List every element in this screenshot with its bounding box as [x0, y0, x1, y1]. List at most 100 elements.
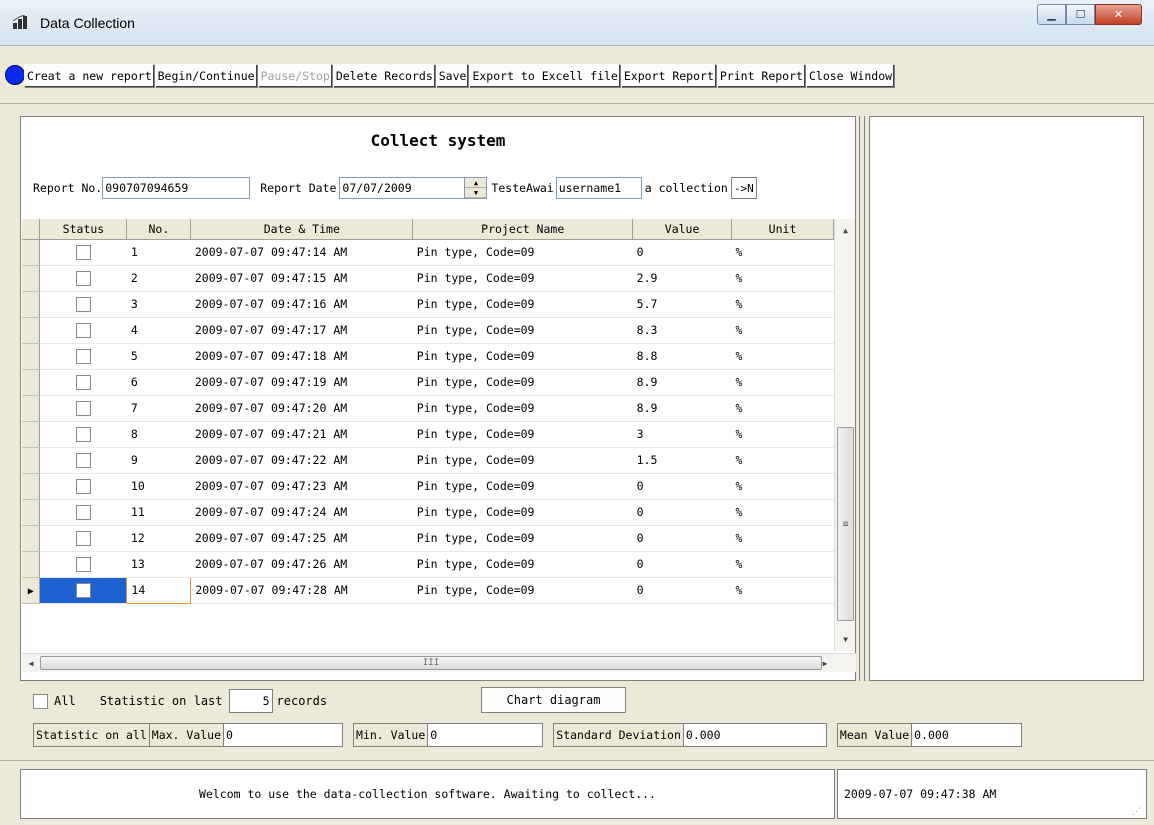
project-cell[interactable]: Pin type, Code=09 — [412, 577, 633, 604]
close-window-button[interactable]: Close Window — [805, 64, 896, 88]
status-cell[interactable] — [39, 265, 127, 292]
table-row[interactable]: 10 2009-07-07 09:47:23 AM Pin type, Code=0… — [22, 473, 834, 500]
col-no[interactable]: No. — [126, 219, 192, 240]
scroll-up-icon[interactable]: ▲ — [835, 222, 856, 239]
status-cell[interactable] — [39, 239, 127, 266]
unit-cell[interactable]: % — [731, 421, 834, 448]
unit-cell[interactable]: % — [731, 343, 834, 370]
statistic-on-all-button[interactable]: Statistic on all — [33, 723, 150, 747]
col-project[interactable]: Project Name — [412, 219, 634, 240]
row-header[interactable] — [22, 291, 41, 318]
status-checkbox[interactable] — [76, 296, 92, 312]
value-cell[interactable]: 0 — [632, 525, 732, 552]
project-cell[interactable]: Pin type, Code=09 — [412, 525, 633, 552]
table-row[interactable]: 5 2009-07-07 09:47:18 AM Pin type, Code=09… — [22, 343, 834, 370]
project-cell[interactable]: Pin type, Code=09 — [412, 447, 633, 474]
table-row[interactable]: 13 2009-07-07 09:47:26 AM Pin type, Code=0… — [22, 551, 834, 578]
table-row[interactable]: 11 2009-07-07 09:47:24 AM Pin type, Code=0… — [22, 499, 834, 526]
datetime-cell[interactable]: 2009-07-07 09:47:21 AM — [190, 421, 413, 448]
value-cell[interactable]: 0 — [632, 239, 732, 266]
table-row[interactable]: 4 2009-07-07 09:47:17 AM Pin type, Code=09… — [22, 317, 834, 344]
export-report-button[interactable]: Export Report — [620, 64, 717, 88]
minimize-button[interactable]: ▁ — [1037, 4, 1066, 25]
no-cell[interactable]: 1 — [126, 239, 191, 266]
unit-cell[interactable]: % — [731, 447, 834, 474]
col-value[interactable]: Value — [632, 219, 733, 240]
table-row[interactable]: 9 2009-07-07 09:47:22 AM Pin type, Code=09… — [22, 447, 834, 474]
status-checkbox[interactable] — [76, 504, 92, 520]
value-cell[interactable]: 3 — [632, 421, 732, 448]
row-header[interactable] — [22, 317, 41, 344]
table-row[interactable]: 12 2009-07-07 09:47:25 AM Pin type, Code=0… — [22, 525, 834, 552]
row-header[interactable] — [22, 369, 41, 396]
last-count-input[interactable]: 5 — [228, 689, 273, 713]
tester-input[interactable]: username1 — [555, 177, 642, 199]
row-header[interactable] — [22, 421, 41, 448]
datetime-cell[interactable]: 2009-07-07 09:47:20 AM — [190, 395, 413, 422]
no-cell[interactable]: 4 — [126, 317, 191, 344]
project-cell[interactable]: Pin type, Code=09 — [412, 499, 633, 526]
chart-diagram-button[interactable]: Chart diagram — [481, 687, 626, 713]
datetime-cell[interactable]: 2009-07-07 09:47:15 AM — [190, 265, 413, 292]
panel-splitter[interactable] — [859, 116, 865, 681]
unit-cell[interactable]: % — [731, 239, 834, 266]
no-cell[interactable]: 12 — [126, 525, 191, 552]
no-cell[interactable]: 7 — [126, 395, 191, 422]
value-cell[interactable]: 8.8 — [632, 343, 732, 370]
all-checkbox[interactable] — [33, 693, 48, 709]
save-button[interactable]: Save — [435, 64, 470, 88]
horizontal-scroll-thumb[interactable]: III — [40, 656, 822, 670]
unit-cell[interactable]: % — [731, 317, 834, 344]
value-cell[interactable]: 8.9 — [632, 395, 732, 422]
table-row[interactable]: 6 2009-07-07 09:47:19 AM Pin type, Code=09… — [22, 369, 834, 396]
status-checkbox[interactable] — [76, 348, 92, 364]
table-row[interactable]: 7 2009-07-07 09:47:20 AM Pin type, Code=09… — [22, 395, 834, 422]
project-cell[interactable]: Pin type, Code=09 — [412, 343, 633, 370]
table-row[interactable]: ▶ 14 2009-07-07 09:47:28 AM Pin type, Code=… — [22, 576, 834, 604]
delete-records-button[interactable]: Delete Records — [332, 64, 436, 88]
value-cell[interactable]: 0 — [632, 473, 732, 500]
datetime-cell[interactable]: 2009-07-07 09:47:28 AM — [190, 577, 413, 604]
status-cell[interactable] — [39, 317, 127, 344]
scroll-right-icon[interactable]: ▶ — [816, 654, 834, 672]
datetime-cell[interactable]: 2009-07-07 09:47:22 AM — [190, 447, 413, 474]
status-cell[interactable] — [39, 499, 127, 526]
status-cell[interactable] — [39, 525, 127, 552]
vertical-scroll-thumb[interactable]: ≡ — [837, 427, 854, 621]
unit-cell[interactable]: % — [731, 291, 834, 318]
datetime-cell[interactable]: 2009-07-07 09:47:25 AM — [190, 525, 413, 552]
no-cell[interactable]: 14 — [126, 576, 192, 604]
unit-cell[interactable]: % — [731, 395, 834, 422]
unit-cell[interactable]: % — [731, 551, 834, 578]
unit-cell[interactable]: % — [731, 369, 834, 396]
status-cell[interactable] — [39, 369, 127, 396]
print-report-button[interactable]: Print Report — [716, 64, 806, 88]
status-cell[interactable] — [39, 395, 127, 422]
status-cell[interactable] — [39, 577, 127, 604]
col-status[interactable]: Status — [39, 219, 128, 240]
status-checkbox[interactable] — [76, 400, 92, 416]
row-header[interactable] — [22, 499, 41, 526]
unit-cell[interactable]: % — [731, 577, 834, 604]
no-cell[interactable]: 5 — [126, 343, 191, 370]
row-header[interactable]: ▶ — [22, 577, 41, 604]
resize-grip-icon[interactable]: ⋰ — [1132, 807, 1144, 819]
project-cell[interactable]: Pin type, Code=09 — [412, 551, 633, 578]
status-checkbox[interactable] — [76, 556, 92, 572]
new-report-button[interactable]: Creat a new report — [24, 64, 155, 88]
unit-cell[interactable]: % — [731, 499, 834, 526]
status-checkbox[interactable] — [76, 452, 92, 468]
scroll-left-icon[interactable]: ◀ — [22, 654, 40, 672]
report-date-input[interactable]: 07/07/2009 — [339, 177, 466, 199]
horizontal-scrollbar[interactable]: ◀ III ▶ — [22, 653, 856, 672]
status-checkbox[interactable] — [76, 374, 92, 390]
spin-up-icon[interactable]: ▲ — [465, 178, 487, 188]
value-cell[interactable]: 8.3 — [632, 317, 732, 344]
date-spinner[interactable]: ▲ ▼ — [465, 177, 488, 199]
status-checkbox[interactable] — [76, 322, 92, 338]
value-cell[interactable]: 1.5 — [632, 447, 732, 474]
datetime-cell[interactable]: 2009-07-07 09:47:24 AM — [190, 499, 413, 526]
status-checkbox[interactable] — [76, 478, 92, 494]
project-cell[interactable]: Pin type, Code=09 — [412, 421, 633, 448]
project-cell[interactable]: Pin type, Code=09 — [412, 317, 633, 344]
